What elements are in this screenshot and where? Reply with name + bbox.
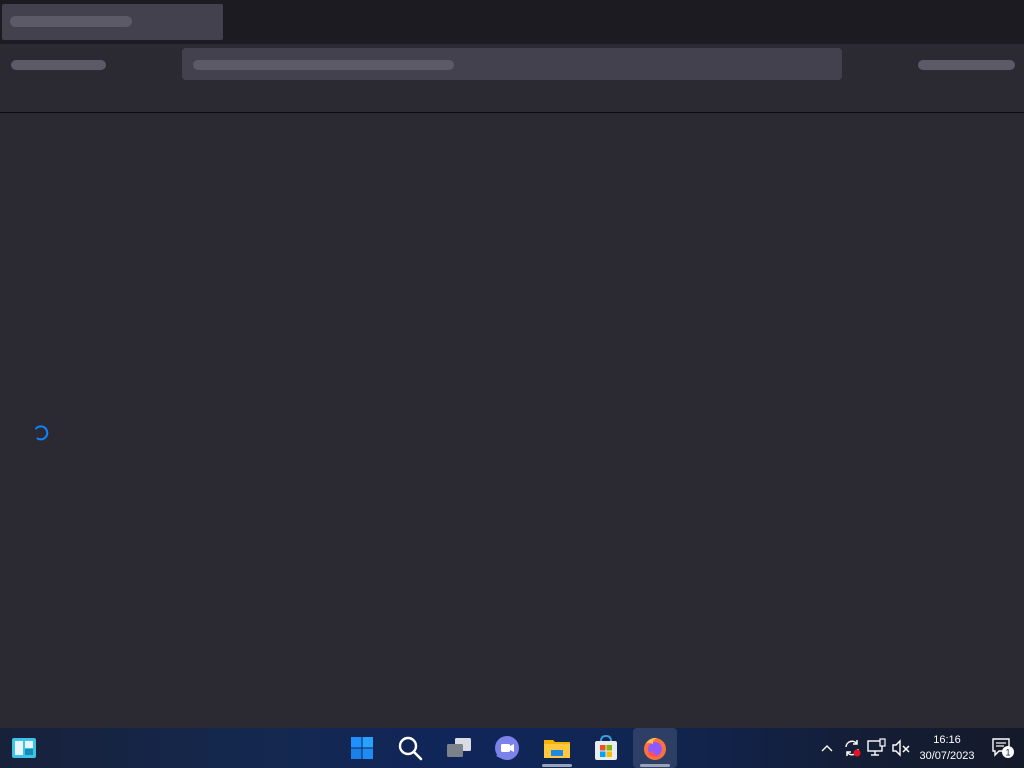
sync-icon xyxy=(845,740,861,757)
chat-camera-icon xyxy=(495,736,519,760)
task-view-icon xyxy=(447,738,471,757)
running-indicator xyxy=(640,764,670,767)
folder-icon xyxy=(544,740,570,758)
clock[interactable]: 16:16 30/07/2023 xyxy=(912,732,982,766)
taskbar: 16:16 30/07/2023 1 xyxy=(0,728,1024,768)
search-button[interactable] xyxy=(388,728,432,768)
tab-title-placeholder xyxy=(10,16,132,27)
task-view-button[interactable] xyxy=(437,728,481,768)
nav-buttons-placeholder xyxy=(11,60,106,70)
volume-muted-icon xyxy=(892,739,910,757)
chat-button[interactable] xyxy=(485,728,529,768)
page-content xyxy=(0,113,1024,728)
firefox-icon xyxy=(644,737,666,760)
address-bar-placeholder xyxy=(193,60,454,70)
sync-tray-button[interactable] xyxy=(841,728,863,768)
notification-icon: 1 xyxy=(992,738,1014,758)
loading-spinner-icon xyxy=(35,425,49,441)
toolbar-buttons-placeholder xyxy=(918,60,1015,70)
file-explorer-button[interactable] xyxy=(535,728,579,768)
volume-tray-button[interactable] xyxy=(890,728,912,768)
browser-window xyxy=(0,0,1024,728)
tab-strip xyxy=(0,0,1024,44)
navigation-toolbar xyxy=(0,44,1024,113)
notification-center-button[interactable]: 1 xyxy=(990,728,1016,768)
chevron-up-icon xyxy=(821,745,833,752)
network-tray-button[interactable] xyxy=(865,728,887,768)
start-button[interactable] xyxy=(340,728,384,768)
firefox-button[interactable] xyxy=(633,728,677,768)
address-bar[interactable] xyxy=(182,48,842,80)
widgets-button[interactable] xyxy=(2,728,46,768)
show-hidden-icons-button[interactable] xyxy=(818,728,836,768)
windows-start-icon xyxy=(351,737,373,759)
tab-loading[interactable] xyxy=(2,4,223,40)
clock-date: 30/07/2023 xyxy=(919,750,975,762)
network-icon xyxy=(867,738,886,756)
widgets-icon xyxy=(12,738,36,758)
running-indicator xyxy=(542,764,572,767)
search-icon xyxy=(398,736,423,761)
clock-time: 16:16 xyxy=(933,734,961,746)
store-button[interactable] xyxy=(584,728,628,768)
notification-count: 1 xyxy=(1005,748,1010,758)
store-icon xyxy=(595,735,617,760)
